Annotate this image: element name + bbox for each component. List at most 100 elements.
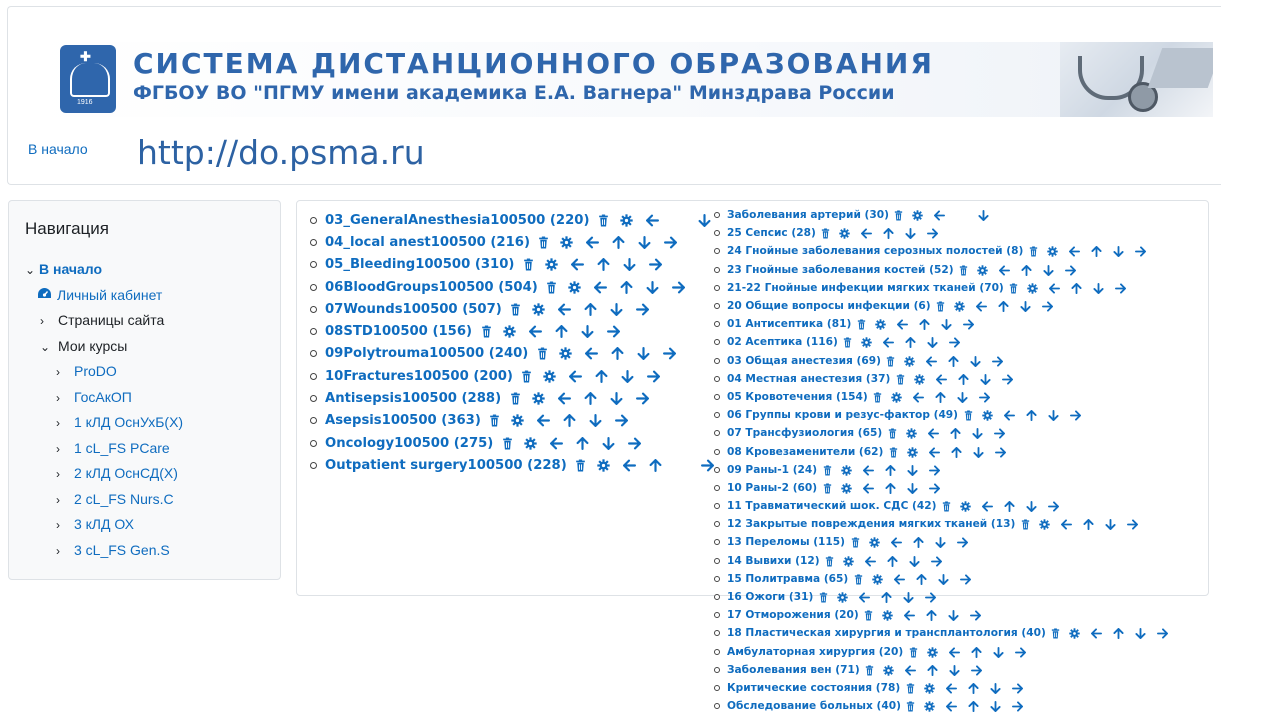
gear-icon[interactable] (907, 209, 929, 222)
arrow-down-icon[interactable] (1020, 500, 1042, 513)
gear-icon[interactable] (552, 346, 578, 362)
gear-icon[interactable] (919, 700, 941, 713)
category-link[interactable]: 10Fractures100500 (200) (325, 369, 513, 384)
arrow-left-icon[interactable] (588, 279, 614, 295)
gear-icon[interactable] (525, 391, 551, 407)
trash-icon[interactable] (892, 372, 908, 385)
arrow-down-icon[interactable] (984, 681, 1006, 694)
arrow-left-icon[interactable] (998, 409, 1020, 422)
arrow-left-icon[interactable] (908, 390, 930, 403)
gear-icon[interactable] (526, 301, 552, 317)
category-link[interactable]: Критические состояния (78) (727, 682, 900, 694)
nav-my-courses[interactable]: ⌄ Мои курсы (40, 338, 127, 354)
arrow-down-icon[interactable] (973, 209, 995, 222)
trash-icon[interactable] (861, 609, 877, 622)
trash-icon[interactable] (933, 300, 949, 313)
gear-icon[interactable] (835, 463, 857, 476)
arrow-left-icon[interactable] (853, 591, 875, 604)
gear-icon[interactable] (878, 663, 900, 676)
arrow-up-icon[interactable] (945, 445, 967, 458)
gear-icon[interactable] (538, 257, 564, 273)
arrow-right-icon[interactable] (1006, 681, 1028, 694)
arrow-right-icon[interactable] (989, 445, 1011, 458)
arrow-right-icon[interactable] (944, 336, 966, 349)
trash-icon[interactable] (506, 301, 526, 317)
arrow-right-icon[interactable] (954, 572, 976, 585)
arrow-down-icon[interactable] (935, 318, 957, 331)
arrow-down-icon[interactable] (929, 536, 951, 549)
arrow-up-icon[interactable] (557, 413, 583, 429)
category-link[interactable]: 06 Группы крови и резус-фактор (49) (727, 409, 958, 421)
trash-icon[interactable] (891, 209, 907, 222)
arrow-down-icon[interactable] (987, 645, 1009, 658)
arrow-left-icon[interactable] (563, 368, 589, 384)
gear-icon[interactable] (856, 336, 878, 349)
gear-icon[interactable] (908, 372, 930, 385)
trash-icon[interactable] (819, 463, 835, 476)
arrow-left-icon[interactable] (878, 336, 900, 349)
trash-icon[interactable] (476, 324, 496, 340)
arrow-right-icon[interactable] (658, 234, 684, 250)
category-link[interactable]: 23 Гнойные заболевания костей (52) (727, 264, 954, 276)
category-link[interactable]: 10 Раны-2 (60) (727, 482, 817, 494)
category-link[interactable]: Antisepsis100500 (288) (325, 391, 501, 406)
gear-icon[interactable] (537, 368, 563, 384)
arrow-right-icon[interactable] (966, 663, 988, 676)
category-link[interactable]: Заболевания артерий (30) (727, 209, 889, 221)
category-link[interactable]: 04 Местная анестезия (37) (727, 373, 890, 385)
arrow-down-icon[interactable] (897, 591, 919, 604)
gear-icon[interactable] (921, 645, 943, 658)
trash-icon[interactable] (847, 536, 863, 549)
arrow-down-icon[interactable] (583, 413, 609, 429)
category-link[interactable]: 06BloodGroups100500 (504) (325, 280, 538, 295)
nav-course-item[interactable]: › 1 cL_FS PCare (56, 440, 170, 456)
arrow-down-icon[interactable] (616, 257, 642, 273)
arrow-right-icon[interactable] (642, 257, 668, 273)
gear-icon[interactable] (877, 609, 899, 622)
arrow-down-icon[interactable] (595, 435, 621, 451)
breadcrumb-home-link[interactable]: В начало (28, 141, 88, 157)
nav-course-item[interactable]: › ГосАкОП (56, 389, 132, 405)
arrow-down-icon[interactable] (1130, 627, 1152, 640)
arrow-up-icon[interactable] (879, 481, 901, 494)
arrow-right-icon[interactable] (988, 427, 1010, 440)
arrow-down-icon[interactable] (603, 391, 629, 407)
arrow-left-icon[interactable] (899, 609, 921, 622)
arrow-up-icon[interactable] (614, 279, 640, 295)
arrow-left-icon[interactable] (930, 372, 952, 385)
category-link[interactable]: 13 Переломы (115) (727, 536, 845, 548)
gear-icon[interactable] (1064, 627, 1086, 640)
arrow-up-icon[interactable] (910, 572, 932, 585)
gear-icon[interactable] (901, 445, 923, 458)
gear-icon[interactable] (517, 435, 543, 451)
arrow-up-icon[interactable] (606, 234, 632, 250)
gear-icon[interactable] (554, 234, 580, 250)
trash-icon[interactable] (885, 445, 901, 458)
trash-icon[interactable] (518, 257, 538, 273)
arrow-down-icon[interactable] (900, 227, 922, 240)
arrow-right-icon[interactable] (1152, 627, 1174, 640)
arrow-right-icon[interactable] (1042, 500, 1064, 513)
gear-icon[interactable] (1033, 518, 1055, 531)
gear-icon[interactable] (496, 324, 522, 340)
category-link[interactable]: 07 Трансфузиология (65) (727, 427, 882, 439)
trash-icon[interactable] (819, 481, 835, 494)
category-link[interactable]: 03_GeneralAnesthesia100500 (220) (325, 213, 590, 228)
trash-icon[interactable] (870, 390, 886, 403)
arrow-down-icon[interactable] (604, 301, 630, 317)
trash-icon[interactable] (497, 435, 517, 451)
category-link[interactable]: 03 Общая анестезия (69) (727, 355, 881, 367)
arrow-up-icon[interactable] (875, 591, 897, 604)
trash-icon[interactable] (815, 591, 831, 604)
arrow-right-icon[interactable] (641, 368, 667, 384)
category-link[interactable]: 05 Кровотечения (154) (727, 391, 868, 403)
arrow-down-icon[interactable] (904, 554, 926, 567)
gear-icon[interactable] (866, 572, 888, 585)
arrow-down-icon[interactable] (615, 368, 641, 384)
trash-icon[interactable] (485, 413, 505, 429)
arrow-right-icon[interactable] (1064, 409, 1086, 422)
arrow-left-icon[interactable] (971, 300, 993, 313)
arrow-up-icon[interactable] (589, 368, 615, 384)
category-link[interactable]: 24 Гнойные заболевания серозных полостей… (727, 245, 1023, 257)
category-link[interactable]: 09Polytrouma100500 (240) (325, 346, 528, 361)
